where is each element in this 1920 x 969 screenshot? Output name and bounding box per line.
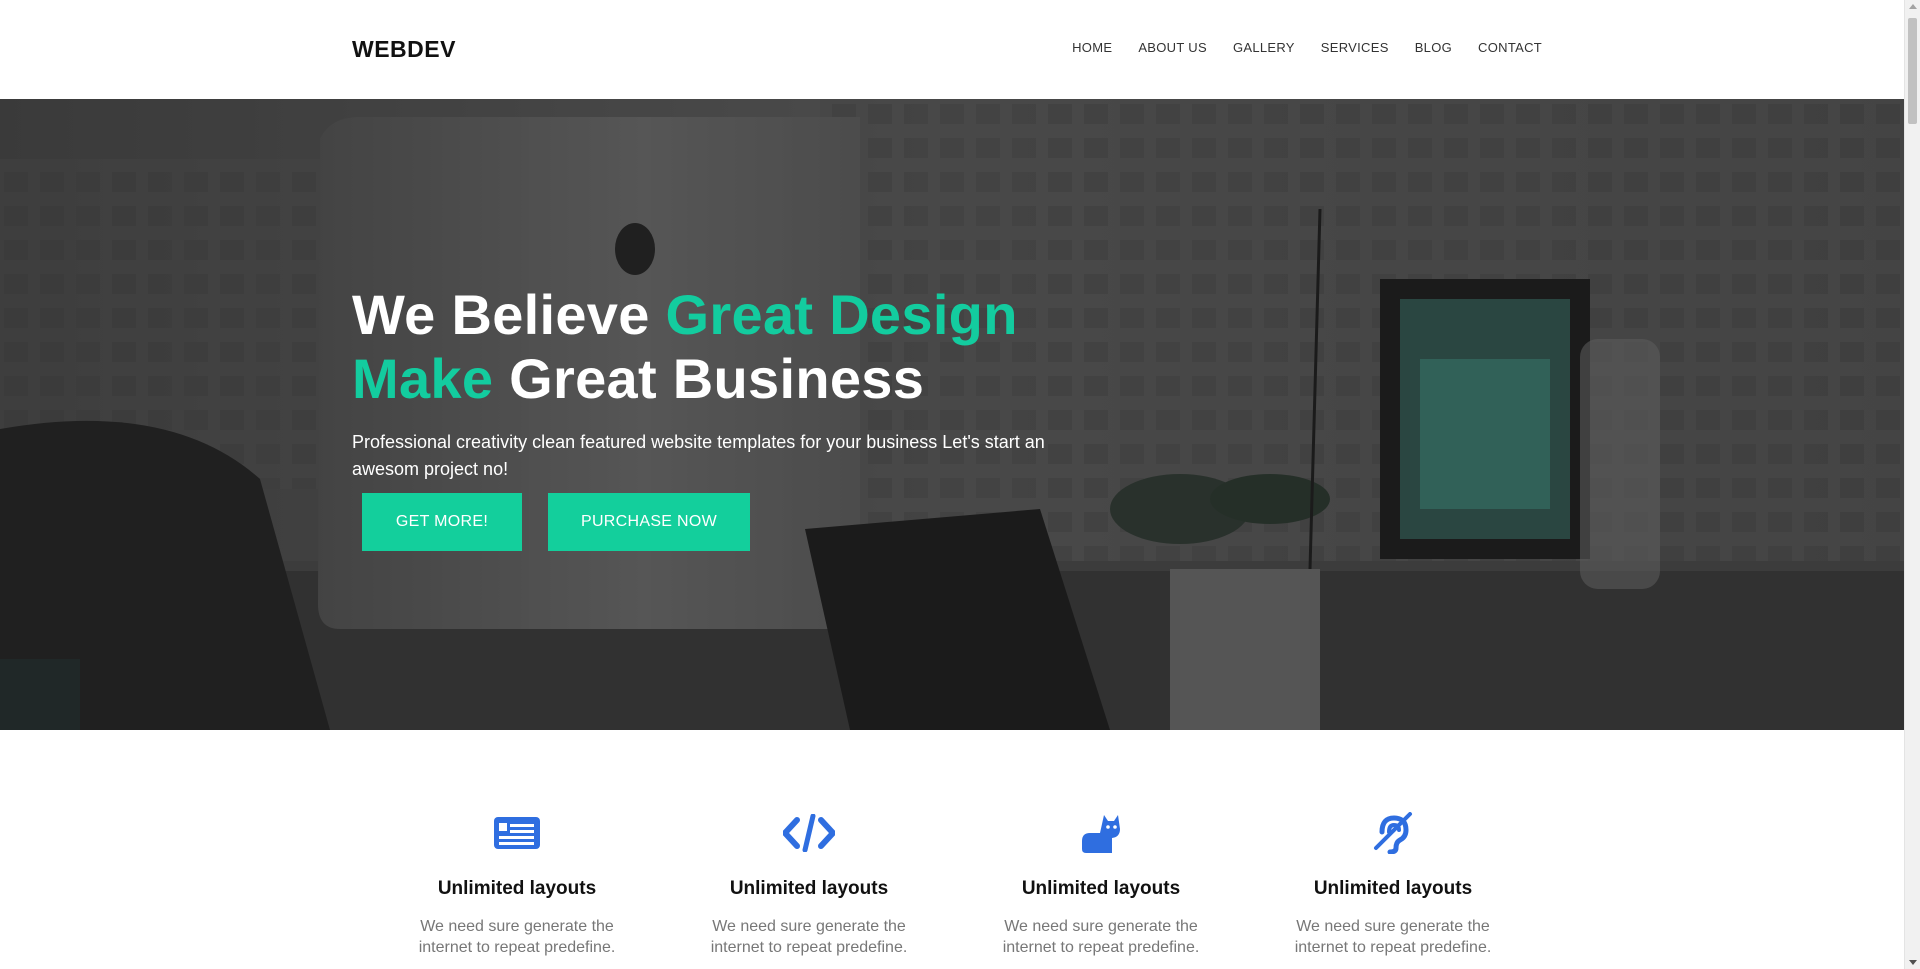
- hero-title-accent1: Great Design: [665, 283, 1018, 346]
- feature-desc-line: We need sure generate the: [1004, 918, 1198, 935]
- scroll-up-arrow-icon[interactable]: [1909, 4, 1917, 9]
- scroll-down-arrow-icon[interactable]: [1909, 960, 1917, 965]
- feature-description: We need sure generate the internet to re…: [679, 916, 939, 958]
- feature-title: Unlimited layouts: [437, 878, 597, 899]
- hero-subtitle: Professional creativity clean featured w…: [352, 432, 1045, 479]
- purchase-now-button[interactable]: PURCHASE NOW: [548, 493, 750, 551]
- hero-title: We Believe Great Design Make Great Busin…: [352, 283, 1112, 411]
- feature-desc-line: internet to repeat predefine.: [1002, 939, 1200, 956]
- feature-desc-line: We need sure generate the: [1296, 918, 1490, 935]
- feature-desc-line: We need sure generate the: [420, 918, 614, 935]
- nav-home[interactable]: HOME: [1072, 40, 1112, 55]
- nav-gallery[interactable]: GALLERY: [1233, 40, 1295, 55]
- nav-about-us[interactable]: ABOUT US: [1138, 40, 1207, 55]
- feature-description: We need sure generate the internet to re…: [971, 916, 1231, 958]
- feature-title: Unlimited layouts: [1313, 878, 1473, 899]
- feature-card: Unlimited layouts We need sure generate …: [679, 810, 939, 958]
- nav-services[interactable]: SERVICES: [1321, 40, 1389, 55]
- feature-card: Unlimited layouts We need sure generate …: [1263, 810, 1523, 958]
- code-icon: [679, 810, 939, 856]
- hero-buttons: GET MORE! PURCHASE NOW: [362, 493, 750, 551]
- main-nav: HOME ABOUT US GALLERY SERVICES BLOG CONT…: [1046, 40, 1542, 55]
- feature-title: Unlimited layouts: [729, 878, 889, 899]
- feature-desc-line: internet to repeat predefine.: [1294, 939, 1492, 956]
- hero-section: We Believe Great Design Make Great Busin…: [0, 99, 1904, 730]
- nav-blog[interactable]: BLOG: [1415, 40, 1452, 55]
- nav-contact[interactable]: CONTACT: [1478, 40, 1542, 55]
- feature-desc-line: internet to repeat predefine.: [710, 939, 908, 956]
- feature-description: We need sure generate the internet to re…: [1263, 916, 1523, 958]
- newspaper-icon: [387, 810, 647, 856]
- hero-title-part1: We Believe: [352, 283, 666, 346]
- hero-content: We Believe Great Design Make Great Busin…: [352, 283, 1112, 483]
- scrollbar-thumb[interactable]: [1908, 18, 1917, 124]
- features-section: Unlimited layouts We need sure generate …: [0, 730, 1904, 969]
- feature-card: Unlimited layouts We need sure generate …: [387, 810, 647, 958]
- feature-title: Unlimited layouts: [1021, 878, 1181, 899]
- feature-desc-line: internet to repeat predefine.: [418, 939, 616, 956]
- hero-title-accent2: Make: [352, 347, 494, 410]
- navbar: WEBDEV HOME ABOUT US GALLERY SERVICES BL…: [0, 0, 1904, 99]
- hero-title-part2: Great Business: [493, 347, 925, 410]
- hearing-icon: [1263, 810, 1523, 856]
- vertical-scrollbar[interactable]: [1904, 0, 1920, 969]
- page: WEBDEV HOME ABOUT US GALLERY SERVICES BL…: [0, 0, 1904, 969]
- feature-description: We need sure generate the internet to re…: [387, 916, 647, 958]
- feature-card: Unlimited layouts We need sure generate …: [971, 810, 1231, 958]
- feature-desc-line: We need sure generate the: [712, 918, 906, 935]
- cat-icon: [971, 810, 1231, 856]
- get-more-button[interactable]: GET MORE!: [362, 493, 522, 551]
- brand-logo[interactable]: WEBDEV: [352, 36, 456, 63]
